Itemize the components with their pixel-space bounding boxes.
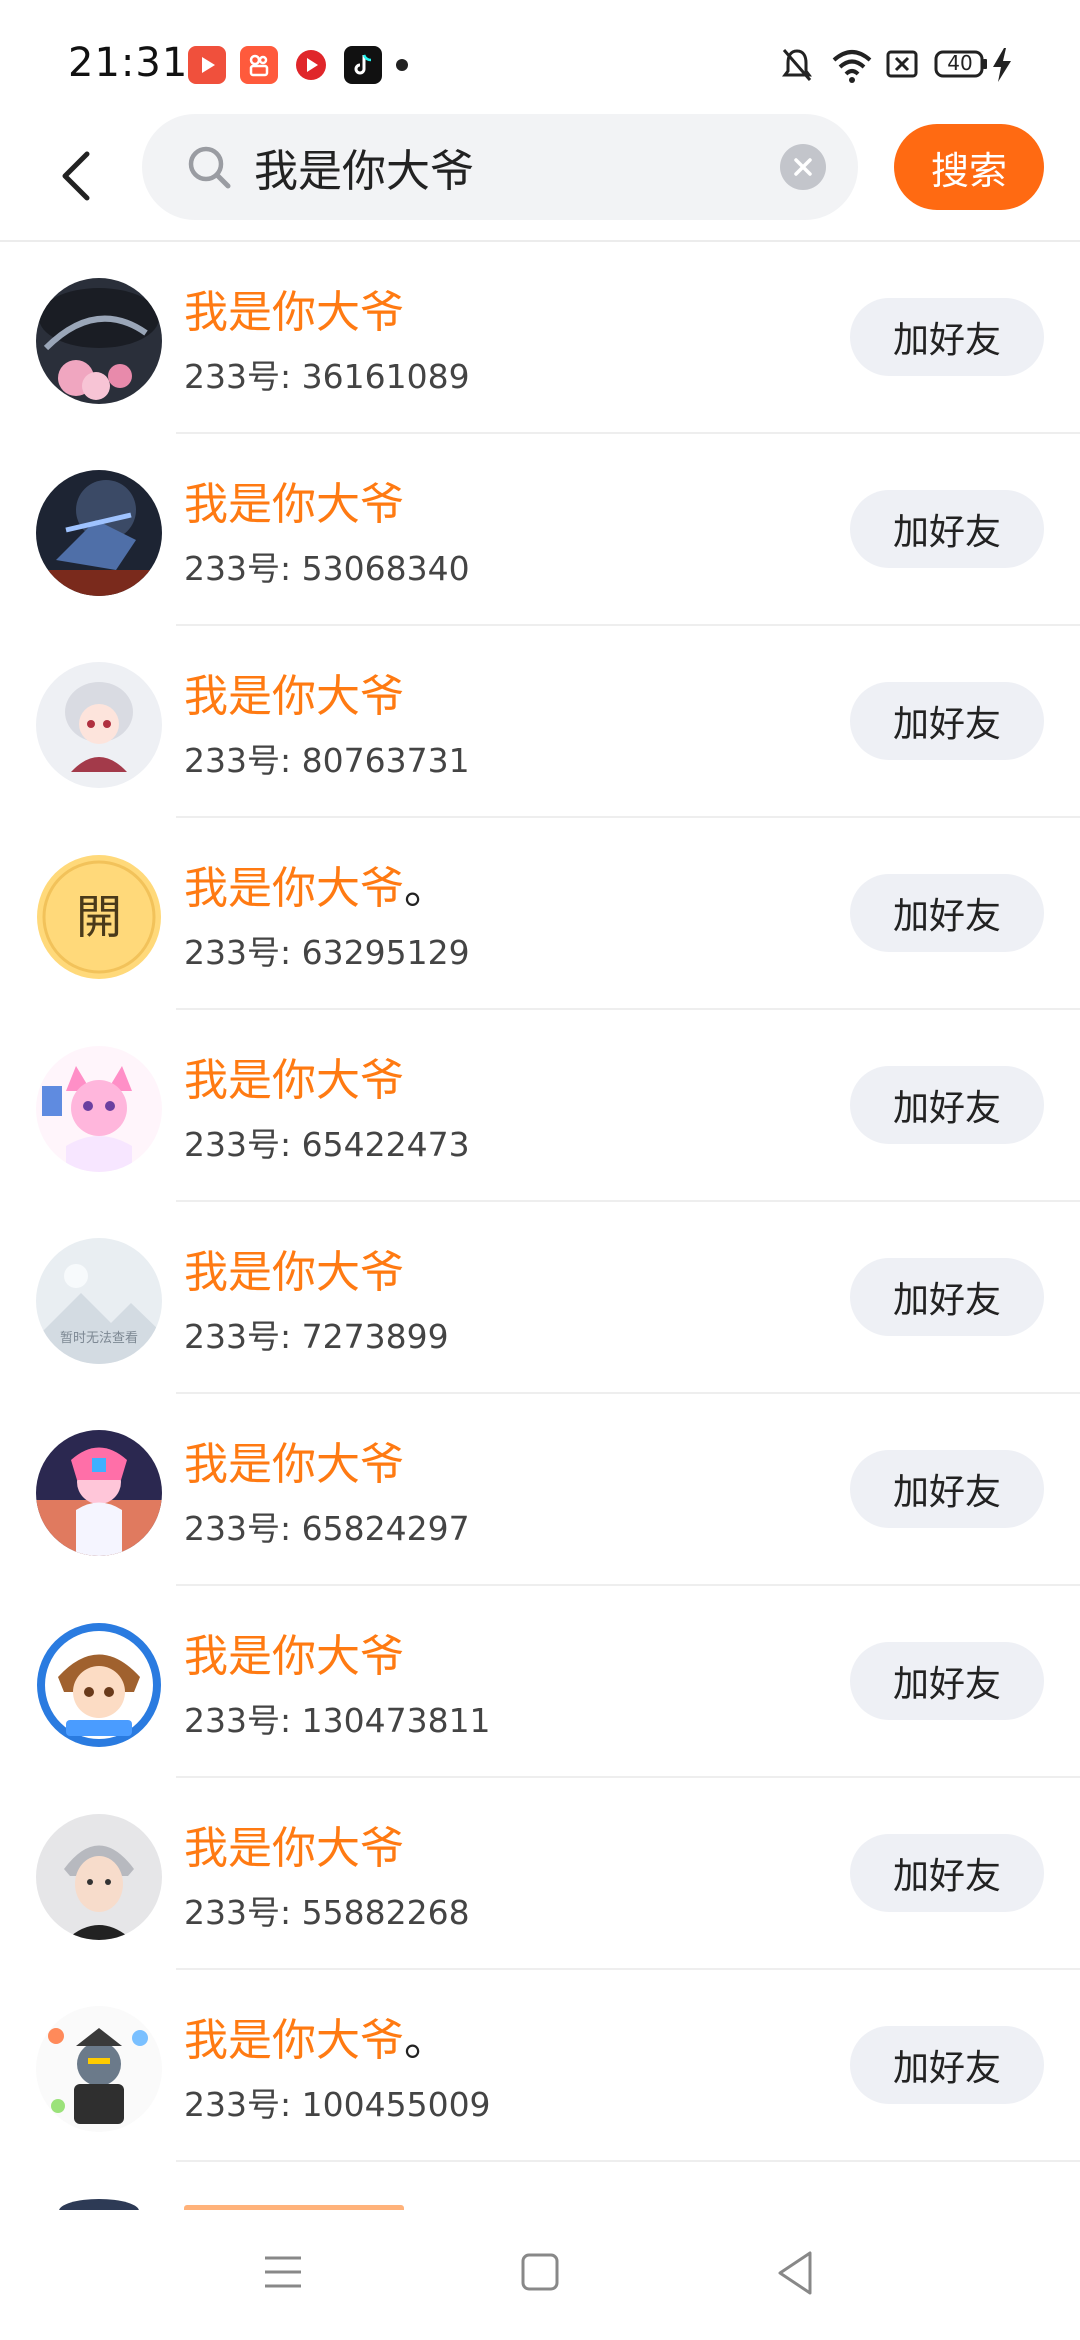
wifi-icon (830, 46, 874, 88)
user-row[interactable]: 暂时无法查看 我是你大爷 233号: 7273899 加好友 (0, 1202, 1080, 1394)
user-id: 233号: 130473811 (184, 1701, 491, 1740)
home-nav-button[interactable] (520, 2248, 560, 2302)
user-row[interactable]: 我是你大爷 233号: 55882268 加好友 (0, 1778, 1080, 1970)
user-avatar[interactable] (36, 1046, 162, 1172)
clear-search-button[interactable] (780, 144, 826, 190)
back-button[interactable] (40, 130, 110, 222)
video-app-icon (188, 46, 226, 84)
user-row[interactable]: 我是你大爷 233号: 80763731 加好友 (0, 626, 1080, 818)
search-results-screen: 21:31 40 我是你大爷 搜索 我是你大爷 233号: 36161089 加… (0, 0, 1080, 2340)
add-friend-button[interactable]: 加好友 (850, 682, 1044, 760)
user-name: 我是你大爷 (184, 479, 404, 530)
add-friend-button[interactable]: 加好友 (850, 2026, 1044, 2104)
row-divider (176, 2160, 1080, 2162)
menu-nav-button[interactable] (262, 2248, 304, 2302)
back-triangle-icon (778, 2251, 812, 2295)
user-id: 233号: 65824297 (184, 1509, 470, 1548)
user-row[interactable]: 我是你大爷 233号: 130473811 加好友 (0, 1586, 1080, 1778)
user-id: 233号: 63295129 (184, 933, 470, 972)
partial-user-row (0, 2196, 1080, 2210)
user-name: 我是你大爷 (184, 1055, 404, 1106)
user-avatar[interactable]: 開 (36, 854, 162, 980)
search-input[interactable] (254, 130, 774, 204)
add-friend-button[interactable]: 加好友 (850, 298, 1044, 376)
user-name: 我是你大爷 (184, 287, 404, 338)
add-friend-button[interactable]: 加好友 (850, 1066, 1044, 1144)
user-avatar[interactable]: 暂时无法查看 (36, 1238, 162, 1364)
add-friend-button[interactable]: 加好友 (850, 874, 1044, 952)
user-results-list: 我是你大爷 233号: 36161089 加好友 我是你大爷 233号: 530… (0, 242, 1080, 2162)
user-id: 233号: 65422473 (184, 1125, 470, 1164)
mute-icon (780, 46, 814, 88)
svg-text:暂时无法查看: 暂时无法查看 (60, 1330, 138, 1346)
user-avatar[interactable] (36, 1622, 162, 1748)
search-box[interactable] (142, 114, 858, 220)
user-row[interactable]: 我是你大爷 233号: 65422473 加好友 (0, 1010, 1080, 1202)
user-name: 我是你大爷 (184, 1439, 404, 1490)
user-name: 我是你大爷 (184, 1823, 404, 1874)
user-row[interactable]: 我是你大爷。 233号: 100455009 加好友 (0, 1970, 1080, 2162)
add-friend-button[interactable]: 加好友 (850, 1642, 1044, 1720)
status-bar: 21:31 40 (0, 0, 1080, 112)
user-avatar[interactable] (36, 278, 162, 404)
user-avatar[interactable] (36, 662, 162, 788)
user-avatar[interactable] (36, 2006, 162, 2132)
user-row[interactable]: 我是你大爷 233号: 36161089 加好友 (0, 242, 1080, 434)
user-name: 我是你大爷 (184, 1247, 404, 1298)
user-name: 我是你大爷 (184, 1631, 404, 1682)
home-square-icon (521, 2253, 559, 2291)
user-avatar[interactable] (36, 470, 162, 596)
back-nav-button[interactable] (774, 2248, 816, 2302)
add-friend-button[interactable]: 加好友 (850, 1258, 1044, 1336)
user-avatar[interactable] (36, 1430, 162, 1556)
user-id: 233号: 80763731 (184, 741, 470, 780)
user-name: 我是你大爷 (184, 671, 404, 722)
charging-icon (990, 46, 1014, 88)
menu-icon (265, 2256, 301, 2288)
back-arrow-icon (62, 151, 90, 201)
search-icon (186, 144, 234, 196)
battery-level: 40 (947, 51, 973, 75)
user-name: 我是你大爷。 (184, 2015, 448, 2066)
system-nav-bar (0, 2210, 1080, 2340)
tiktok-icon (344, 46, 382, 84)
add-friend-button[interactable]: 加好友 (850, 490, 1044, 568)
search-header: 搜索 (0, 112, 1080, 240)
user-id: 233号: 55882268 (184, 1893, 470, 1932)
user-row[interactable]: 我是你大爷 233号: 53068340 加好友 (0, 434, 1080, 626)
user-id: 233号: 53068340 (184, 549, 470, 588)
user-id: 233号: 100455009 (184, 2085, 491, 2124)
status-time: 21:31 (68, 40, 189, 86)
user-avatar[interactable] (36, 1814, 162, 1940)
user-id: 233号: 36161089 (184, 357, 470, 396)
user-id: 233号: 7273899 (184, 1317, 449, 1356)
notification-dot (396, 59, 408, 71)
sim-icon (884, 46, 920, 86)
add-friend-button[interactable]: 加好友 (850, 1450, 1044, 1528)
user-row[interactable]: 我是你大爷 233号: 65824297 加好友 (0, 1394, 1080, 1586)
netease-music-icon (292, 46, 330, 84)
svg-text:開: 開 (76, 890, 122, 944)
add-friend-button[interactable]: 加好友 (850, 1834, 1044, 1912)
search-button[interactable]: 搜索 (894, 124, 1044, 210)
close-icon (794, 158, 812, 176)
user-name: 我是你大爷。 (184, 863, 448, 914)
kuaishou-app-icon (240, 46, 278, 84)
user-row[interactable]: 開 我是你大爷。 233号: 63295129 加好友 (0, 818, 1080, 1010)
